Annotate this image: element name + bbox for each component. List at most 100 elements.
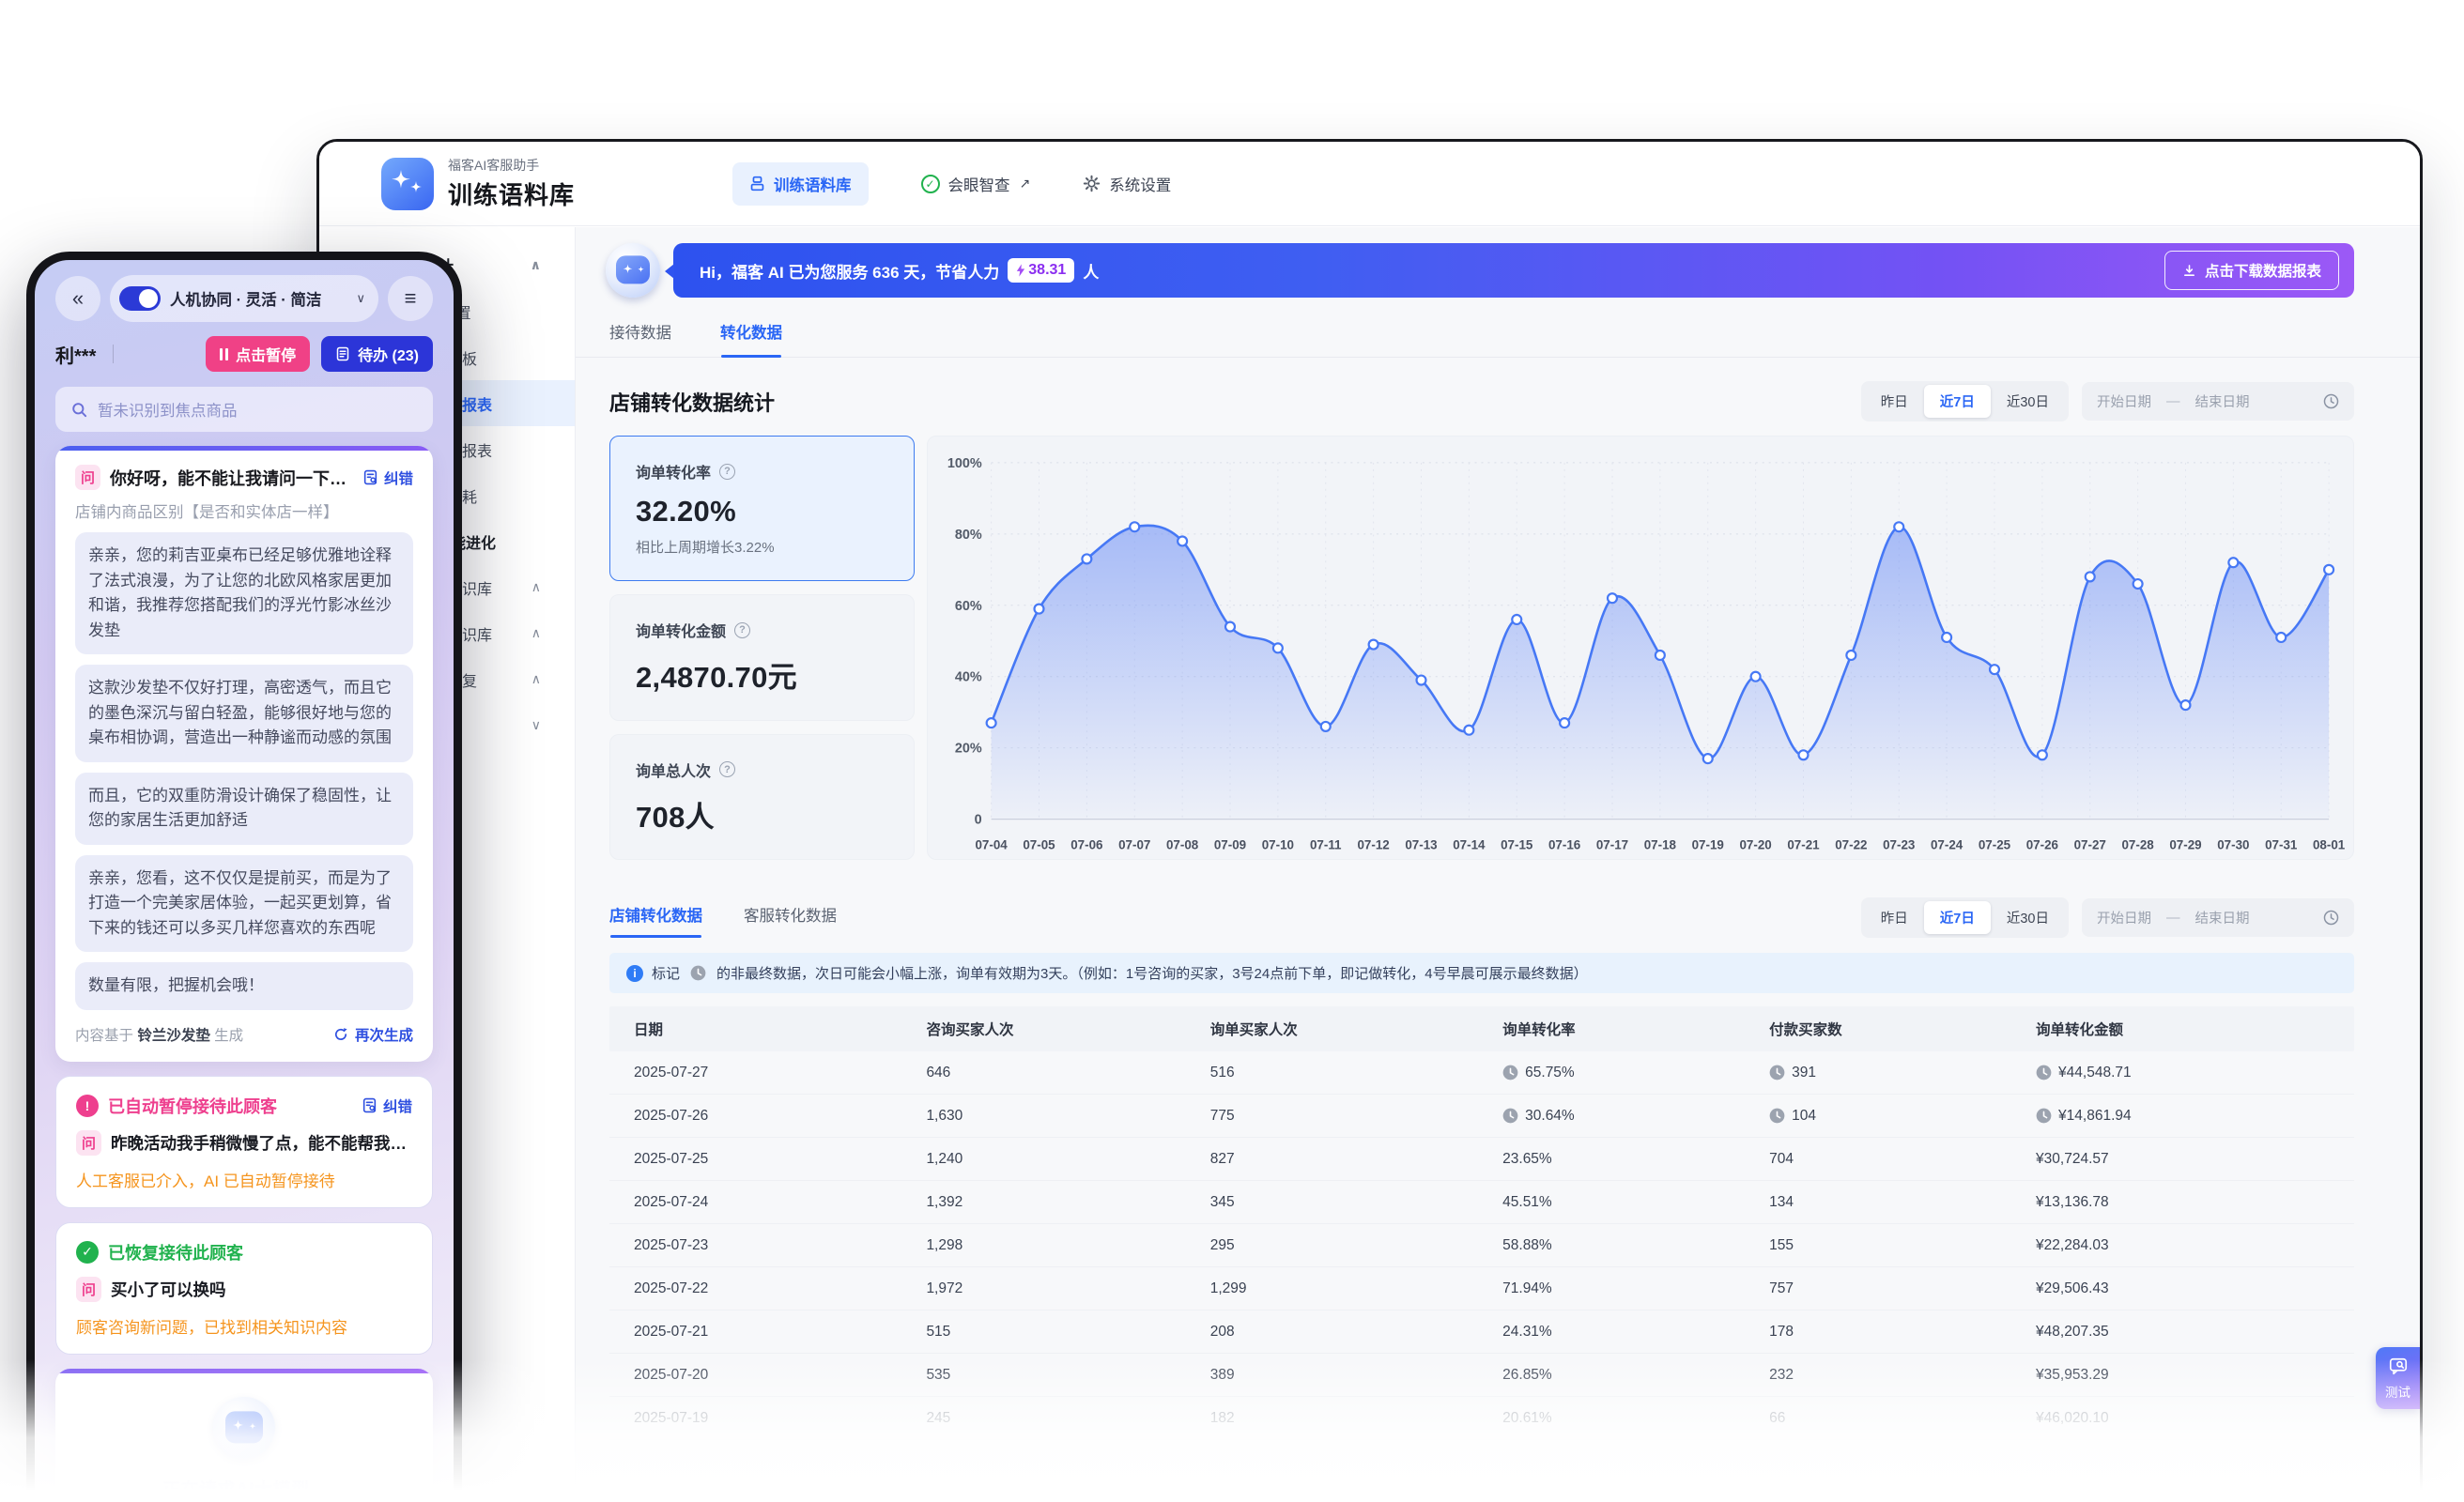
svg-text:07-11: 07-11 [1310,837,1342,851]
question-badge: 问 [76,1277,101,1302]
column-header: 询单买家人次 [1210,1019,1502,1039]
page-title: 训练语料库 [448,176,575,211]
mode-selector[interactable]: 人机协同 · 灵活 · 简洁 ∨ [110,275,378,322]
loading-text: 正在请求AI大模型... [162,1476,326,1501]
svg-text:100%: 100% [947,456,982,471]
download-report-button[interactable]: 点击下载数据报表 [2164,251,2339,290]
column-header: 询单转化率 [1502,1019,1769,1039]
area-chart-svg: 100%80%60%40%20%007-0407-0507-0607-0707-… [932,448,2346,862]
top-nav: 训练语料库 ✓会眼智查↗ 系统设置 [732,162,1171,206]
paused-alert-card: ! 已自动暂停接待此顾客 纠错 [55,1076,433,1208]
stat-card-1[interactable]: 询单转化率?32.20%相比上周期增长3.22% [609,436,915,581]
svg-text:07-04: 07-04 [975,837,1008,851]
svg-text:07-13: 07-13 [1405,837,1437,851]
svg-text:08-01: 08-01 [2313,837,2346,851]
table-row: 2025-07-251,24082723.65%704¥30,724.57 [609,1138,2354,1181]
range-button-昨日[interactable]: 昨日 [1865,901,1924,934]
paused-question: 昨晚活动我手稍微慢了点，能不能帮我申... [111,1131,412,1155]
ai-toggle[interactable] [119,286,161,311]
resumed-alert-card: ✓ 已恢复接待此顾客 问 买小了可以换吗 顾客咨询新问题，已找到相关知识内容 [55,1222,433,1355]
robot-avatar-icon [213,1397,275,1459]
focus-product-search[interactable]: 暂未识别到焦点商品 [55,387,433,432]
pause-button[interactable]: 点击暂停 [206,336,310,372]
clock-icon [2323,910,2339,926]
stats-and-chart: 询单转化率?32.20%相比上周期增长3.22%询单转化金额?2,4870.70… [609,436,2354,860]
check-icon: ✓ [76,1241,99,1264]
phone-screen: « 人机协同 · 灵活 · 简洁 ∨ ≡ 利*** 点击暂停 [35,260,454,1502]
stat-value: 2,4870.70元 [636,653,888,696]
table-tab-客服转化数据[interactable]: 客服转化数据 [744,903,837,938]
correct-link[interactable]: 纠错 [362,1096,412,1116]
stat-card-3[interactable]: 询单总人次?708人 [609,734,915,861]
conversion-table: 日期咨询买家人次询单买家人次询单转化率付款买家数询单转化金额2025-07-27… [609,1006,2354,1440]
nav-item-3[interactable]: 系统设置 [1083,173,1171,195]
chevron-up-icon: ∧ [531,671,541,687]
svg-text:07-19: 07-19 [1692,837,1724,851]
chevron-down-icon: ∨ [356,291,365,306]
range-button-近7日[interactable]: 近7日 [1924,385,1991,418]
search-placeholder: 暂未识别到焦点商品 [98,398,238,421]
svg-text:80%: 80% [955,528,982,543]
nav-item-1[interactable]: 训练语料库 [732,162,869,206]
regenerate-button[interactable]: 再次生成 [333,1024,413,1045]
screenshot-stage: 福客AI客服助手 训练语料库 训练语料库✓会眼智查↗系统设置 数据统计∧AI 快… [0,0,2464,1502]
clock-icon [1502,1108,1518,1124]
svg-text:07-18: 07-18 [1644,837,1677,851]
notice-text: 的非最终数据，次日可能会小幅上涨，询单有效期为3天。（例如：1号咨询的买家，3号… [716,963,1588,983]
table-header-row: 日期咨询买家人次询单买家人次询单转化率付款买家数询单转化金额 [609,1006,2354,1051]
stat-card-2[interactable]: 询单转化金额?2,4870.70元 [609,594,915,721]
help-icon: ? [734,622,750,638]
svg-text:07-25: 07-25 [1979,837,2011,851]
alert-icon: ! [76,1095,99,1117]
data-notice: i 标记 的非最终数据，次日可能会小幅上涨，询单有效期为3天。（例如：1号咨询的… [609,953,2354,993]
start-date-field: 开始日期 [2097,391,2151,411]
service-banner-row: Hi，福客 AI 已为您服务 636 天，节省人力 38.31 人 点击下载数据… [606,243,2354,298]
todo-button[interactable]: 待办 (23) [321,336,433,372]
date-range-picker[interactable]: 开始日期—结束日期 [2082,898,2354,937]
table-row: 2025-07-261,63077530.64%104¥14,861.94 [609,1095,2354,1138]
table-row: 2025-07-2053538926.85%232¥35,953.29 [609,1354,2354,1397]
svg-text:0: 0 [975,813,982,828]
range-button-近7日[interactable]: 近7日 [1924,901,1991,934]
clock-icon [1769,1065,1785,1081]
collapse-button[interactable]: « [55,276,100,321]
tab-接待数据[interactable]: 接待数据 [609,320,671,357]
clock-icon [690,965,706,981]
ai-answer-bubble: 这款沙发垫不仅好打理，高密透气，而且它的墨色深沉与留白轻盈，能够很好地与您的桌布… [75,665,413,762]
nav-item-2[interactable]: ✓会眼智查↗ [921,173,1031,195]
resumed-question: 买小了可以换吗 [111,1278,226,1301]
date-range-picker[interactable]: 开始日期—结束日期 [2082,382,2354,421]
question-badge: 问 [76,1130,101,1156]
svg-text:07-15: 07-15 [1501,837,1533,851]
range-button-近30日[interactable]: 近30日 [1991,385,2065,418]
end-date-field: 结束日期 [2195,908,2250,927]
stats-column: 询单转化率?32.20%相比上周期增长3.22%询单转化金额?2,4870.70… [609,436,915,860]
menu-button[interactable]: ≡ [388,276,433,321]
svg-text:07-05: 07-05 [1023,837,1055,851]
answer-bubbles: 亲亲，您的莉吉亚桌布已经足够优雅地诠释了法式浪漫，为了让您的北欧风格家居更加和谐… [75,532,413,1010]
column-header: 付款买家数 [1769,1019,2036,1039]
customer-name: 利*** [55,341,96,368]
info-icon: i [626,965,643,982]
range-button-昨日[interactable]: 昨日 [1865,385,1924,418]
chevron-up-icon: ∧ [531,257,541,273]
download-icon [2182,264,2196,278]
test-float-button[interactable]: 测试 [2376,1347,2420,1409]
chart-filters: 昨日近7日近30日开始日期—结束日期 [1861,381,2354,421]
divider [113,345,114,363]
table-tab-店铺转化数据[interactable]: 店铺转化数据 [609,903,702,938]
svg-text:07-09: 07-09 [1214,837,1246,851]
quick-range-segmented: 昨日近7日近30日 [1861,381,2069,421]
ai-answer-bubble: 亲亲，您看，这不仅仅是提前买，而是为了打造一个完美家居体验，一起买更划算，省下来… [75,855,413,953]
correct-link[interactable]: 纠错 [362,467,413,488]
svg-text:07-27: 07-27 [2074,837,2106,851]
range-button-近30日[interactable]: 近30日 [1991,901,2065,934]
conversion-section-header: 店铺转化数据统计 昨日近7日近30日开始日期—结束日期 [609,381,2354,421]
main-window: 福客AI客服助手 训练语料库 训练语料库✓会眼智查↗系统设置 数据统计∧AI 快… [316,139,2423,1502]
search-icon [70,401,88,419]
tab-转化数据[interactable]: 转化数据 [720,320,782,357]
column-header: 日期 [634,1019,926,1039]
stat-value: 708人 [636,793,888,835]
svg-text:07-16: 07-16 [1548,837,1580,851]
svg-text:07-23: 07-23 [1883,837,1915,851]
